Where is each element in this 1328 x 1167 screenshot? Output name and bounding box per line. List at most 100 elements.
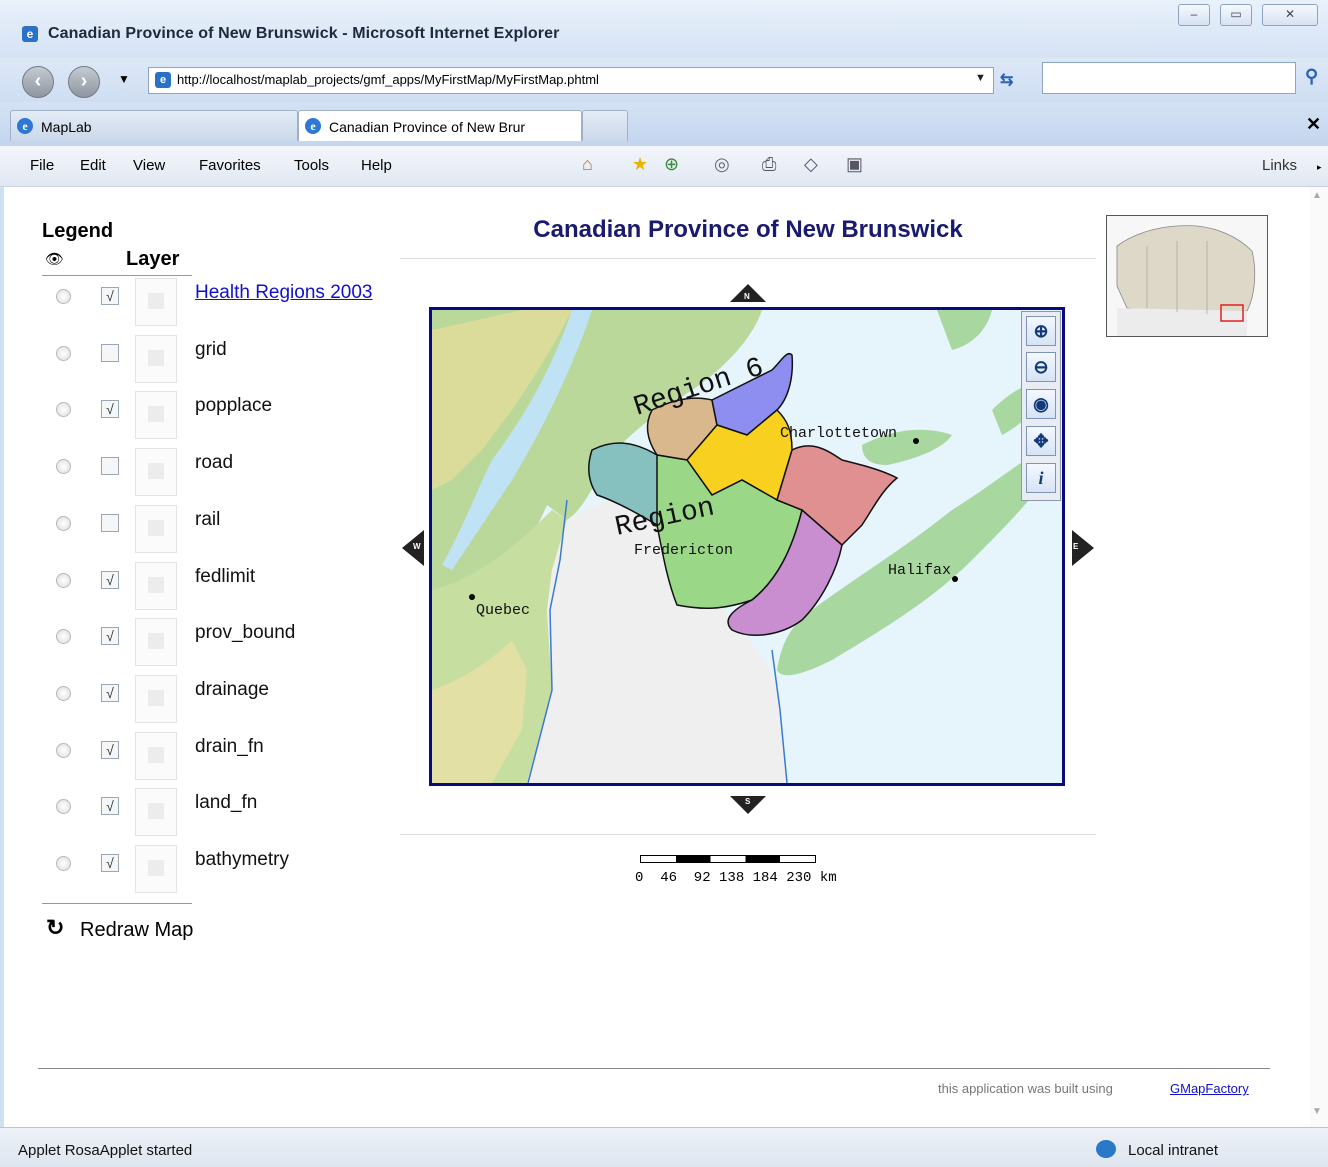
print-icon[interactable]: ⎙: [762, 154, 776, 175]
layer-label: popplace: [195, 395, 273, 416]
status-bar: Applet RosaApplet started Local intranet: [0, 1127, 1328, 1167]
layer-visibility-radio[interactable]: [56, 856, 71, 871]
layer-swatch-icon: [135, 618, 177, 666]
tab-maplab[interactable]: e MapLab: [10, 110, 298, 141]
reference-keymap[interactable]: [1106, 215, 1268, 337]
layer-checkbox[interactable]: √: [101, 854, 119, 872]
ie-app-icon: e: [22, 26, 38, 42]
links-chevron-icon[interactable]: ▸: [1317, 162, 1322, 173]
links-label[interactable]: Links: [1262, 157, 1297, 174]
gmapfactory-link[interactable]: GMapFactory: [1170, 1081, 1249, 1096]
map-top-divider: [400, 258, 1096, 259]
eye-icon: 👁: [45, 251, 65, 268]
favorites-star-icon[interactable]: ★: [632, 154, 648, 175]
layer-checkbox[interactable]: [101, 344, 119, 362]
layer-label[interactable]: Health Regions 2003: [195, 282, 372, 304]
address-dropdown-icon[interactable]: ▼: [975, 72, 986, 84]
vertical-scrollbar[interactable]: [1310, 187, 1328, 1127]
search-input[interactable]: [1042, 62, 1296, 94]
main-map[interactable]: Region 6 Region Charlottetown Fredericto…: [429, 307, 1065, 786]
layer-visibility-radio[interactable]: [56, 346, 71, 361]
layer-visibility-radio[interactable]: [56, 289, 71, 304]
history-dropdown-icon[interactable]: ▼: [118, 72, 130, 86]
zoom-out-icon[interactable]: ⊖: [1026, 352, 1056, 382]
keymap-canada: [1116, 225, 1256, 317]
layer-checkbox[interactable]: √: [101, 287, 119, 305]
pan-tool-icon[interactable]: ✥: [1026, 426, 1056, 456]
layer-label: prov_bound: [195, 622, 296, 643]
layer-label: fedlimit: [195, 566, 256, 587]
page-icon[interactable]: ◇: [804, 154, 818, 175]
address-field[interactable]: e http://localhost/maplab_projects/gmf_a…: [148, 67, 994, 94]
tab-bar: e MapLab e Canadian Province of New Brur…: [0, 102, 1328, 146]
quebec-label: Quebec: [476, 602, 530, 619]
layer-checkbox[interactable]: [101, 457, 119, 475]
layer-label: road: [195, 452, 234, 473]
close-button[interactable]: ✕: [1262, 4, 1318, 26]
tab-label: Canadian Province of New Brur: [329, 119, 526, 135]
status-text: Applet RosaApplet started: [18, 1142, 193, 1159]
pan-east-label: E: [1073, 542, 1079, 551]
layer-visibility-radio[interactable]: [56, 743, 71, 758]
footer-divider: [38, 1068, 1270, 1069]
menu-edit[interactable]: Edit: [80, 157, 106, 174]
home-icon[interactable]: ⌂: [582, 154, 593, 175]
layer-swatch-icon: [135, 562, 177, 610]
pan-west-label: W: [413, 542, 421, 551]
layer-label: grid: [195, 339, 227, 360]
layer-swatch-icon: [135, 391, 177, 439]
fredericton-label: Fredericton: [634, 542, 733, 559]
layer-checkbox[interactable]: √: [101, 627, 119, 645]
legend-title: Legend: [42, 220, 114, 242]
layer-visibility-radio[interactable]: [56, 799, 71, 814]
ie-tab-icon: e: [17, 118, 33, 134]
layer-swatch-icon: [135, 505, 177, 553]
layer-visibility-radio[interactable]: [56, 459, 71, 474]
search-icon[interactable]: ⚲: [1305, 66, 1318, 87]
layer-swatch-icon: [135, 788, 177, 836]
layer-visibility-radio[interactable]: [56, 629, 71, 644]
layer-visibility-radio[interactable]: [56, 573, 71, 588]
back-button[interactable]: ‹: [22, 66, 54, 98]
menu-help[interactable]: Help: [361, 157, 392, 174]
keymap-usa: [1117, 308, 1247, 336]
layer-visibility-radio[interactable]: [56, 516, 71, 531]
halifax-label: Halifax: [888, 562, 951, 579]
layer-swatch-icon: [135, 732, 177, 780]
info-icon[interactable]: i: [1026, 463, 1056, 493]
menu-file[interactable]: File: [30, 157, 54, 174]
layer-checkbox[interactable]: √: [101, 684, 119, 702]
menu-view[interactable]: View: [133, 157, 165, 174]
maximize-button[interactable]: ▭: [1220, 4, 1252, 26]
refresh-icon[interactable]: ⇆: [1000, 70, 1013, 90]
zoom-full-extent-icon[interactable]: ◉: [1026, 389, 1056, 419]
layer-label: rail: [195, 509, 221, 530]
redraw-icon[interactable]: ↻: [46, 915, 64, 941]
layer-visibility-radio[interactable]: [56, 402, 71, 417]
forward-button[interactable]: ›: [68, 66, 100, 98]
new-tab-button[interactable]: [582, 110, 628, 141]
add-favorites-icon[interactable]: ⊕: [664, 154, 679, 175]
layer-checkbox[interactable]: √: [101, 400, 119, 418]
tab-canadian-province[interactable]: e Canadian Province of New Brur: [298, 110, 582, 141]
layer-label: land_fn: [195, 792, 258, 813]
scale-bar: [640, 855, 816, 863]
menu-tools[interactable]: Tools: [294, 157, 329, 174]
layer-checkbox[interactable]: √: [101, 797, 119, 815]
layer-visibility-radio[interactable]: [56, 686, 71, 701]
zoom-in-icon[interactable]: ⊕: [1026, 316, 1056, 346]
keymap-canvas: [1107, 216, 1267, 336]
tools-icon[interactable]: ▣: [846, 154, 863, 175]
layer-checkbox[interactable]: √: [101, 741, 119, 759]
layer-checkbox[interactable]: [101, 514, 119, 532]
charlottetown-marker: [913, 438, 919, 444]
layer-swatch-icon: [135, 845, 177, 893]
scroll-down-icon[interactable]: ▼: [1312, 1106, 1322, 1117]
minimize-button[interactable]: –: [1178, 4, 1210, 26]
redraw-map-button[interactable]: Redraw Map: [80, 919, 193, 942]
scroll-up-icon[interactable]: ▲: [1312, 190, 1322, 201]
feeds-icon[interactable]: ◎: [714, 154, 730, 175]
layer-checkbox[interactable]: √: [101, 571, 119, 589]
close-tab-icon[interactable]: ✕: [1306, 114, 1321, 135]
menu-favorites[interactable]: Favorites: [199, 157, 261, 174]
